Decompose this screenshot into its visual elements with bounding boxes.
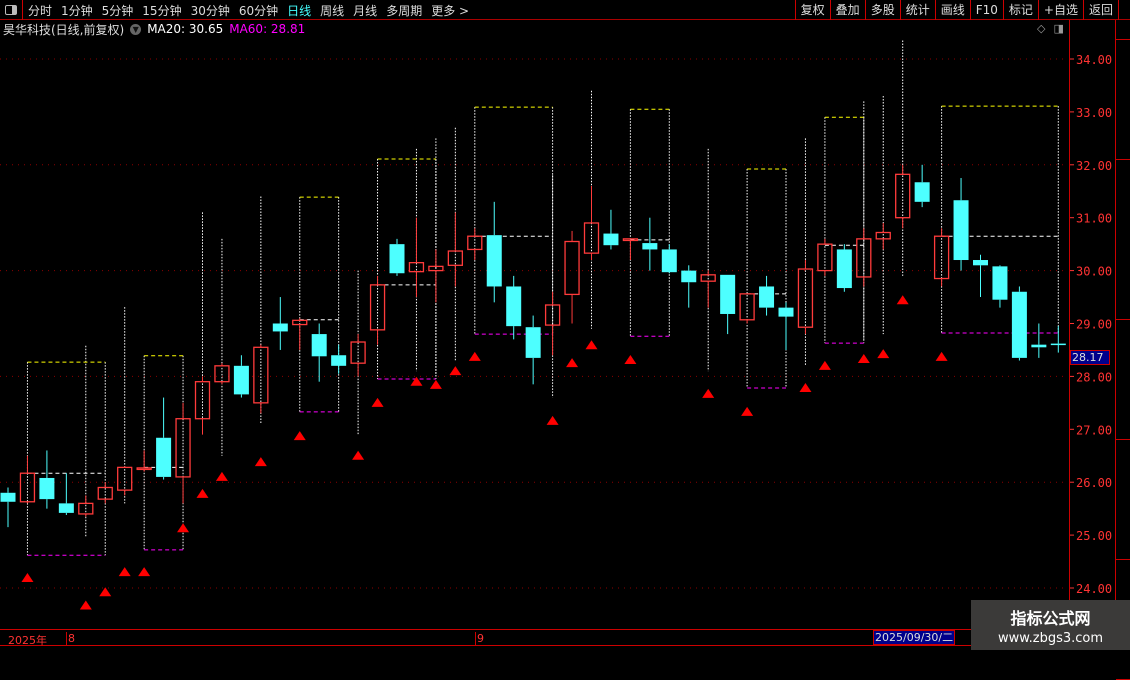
candle-body xyxy=(603,233,619,246)
candle-body xyxy=(817,243,833,272)
buy-signal-triangle xyxy=(741,406,754,416)
candle-body xyxy=(1050,343,1066,346)
year-label: 2025年 xyxy=(8,634,47,647)
candle-body xyxy=(992,266,1008,300)
candle-body xyxy=(895,173,911,219)
candle-body xyxy=(486,235,502,287)
month-label: 9 xyxy=(475,632,484,645)
candle-body xyxy=(525,327,541,358)
candle-body xyxy=(58,503,74,513)
buy-signal-triangle xyxy=(857,353,870,363)
candle-body xyxy=(506,286,522,327)
price-tick-label: 34.00 xyxy=(1076,53,1112,67)
buy-signal-triangle xyxy=(799,383,812,393)
side-tab[interactable] xyxy=(1116,440,1130,560)
candle-body xyxy=(156,437,172,477)
buy-signal-triangle xyxy=(293,431,306,441)
candle-body xyxy=(720,274,736,314)
current-price-tag: 28.17 xyxy=(1070,350,1110,365)
price-tick-label: 32.00 xyxy=(1076,159,1112,173)
price-tick-label: 27.00 xyxy=(1076,423,1112,437)
side-tab[interactable] xyxy=(1116,160,1130,320)
buy-signal-triangle xyxy=(624,355,637,365)
price-tick-label: 25.00 xyxy=(1076,529,1112,543)
candle-body xyxy=(0,492,16,502)
buy-signal-triangle xyxy=(99,587,112,597)
buy-signal-triangle xyxy=(449,366,462,376)
buy-signal-triangle xyxy=(254,457,267,467)
buy-signal-triangle xyxy=(585,340,598,350)
candle-body xyxy=(233,365,249,395)
month-label: 8 xyxy=(66,632,75,645)
candle-body xyxy=(311,334,327,357)
candle-body xyxy=(389,244,405,274)
buy-signal-triangle xyxy=(21,572,34,582)
candle-body xyxy=(778,307,794,317)
buy-signal-triangle xyxy=(371,397,384,407)
price-tick-label: 24.00 xyxy=(1076,582,1112,596)
candle-body xyxy=(272,323,288,332)
candle-body xyxy=(564,240,580,296)
watermark-title: 指标公式网 xyxy=(1010,609,1091,628)
side-tab[interactable] xyxy=(1116,320,1130,440)
price-tick-label: 26.00 xyxy=(1076,476,1112,490)
buy-signal-triangle xyxy=(196,488,209,498)
candle-body xyxy=(642,243,658,250)
candle-body xyxy=(681,270,697,283)
buy-signal-triangle xyxy=(877,349,890,359)
side-tab[interactable] xyxy=(1116,40,1130,160)
buy-signal-triangle xyxy=(215,471,228,481)
price-tick-label: 28.00 xyxy=(1076,370,1112,384)
price-tick-label: 31.00 xyxy=(1076,212,1112,226)
candle-body xyxy=(661,249,677,273)
buy-signal-triangle xyxy=(896,295,909,305)
buy-signal-triangle xyxy=(177,523,190,533)
buy-signal-triangle xyxy=(79,600,92,610)
candle-body xyxy=(1031,344,1047,348)
buy-signal-triangle xyxy=(702,388,715,398)
price-tick-label: 30.00 xyxy=(1076,265,1112,279)
buy-signal-triangle xyxy=(468,351,481,361)
side-tab[interactable] xyxy=(1116,20,1130,40)
side-tabs[interactable] xyxy=(1115,20,1130,680)
candle-body xyxy=(914,182,930,202)
watermark: 指标公式网 www.zbgs3.com xyxy=(971,600,1130,650)
candle-body xyxy=(973,260,988,266)
price-tick-label: 29.00 xyxy=(1076,318,1112,332)
buy-signal-triangle xyxy=(410,376,423,386)
candle-body xyxy=(1011,291,1027,358)
buy-signal-triangle xyxy=(118,567,131,577)
buy-signal-triangle xyxy=(818,360,831,370)
candle-body xyxy=(136,467,152,471)
buy-signal-triangle xyxy=(566,358,579,368)
candlestick-chart[interactable]: 34.00 33.00 32.00 31.00 30.00 29.00 28.00 27.00… xyxy=(0,0,1115,629)
candle-body xyxy=(759,286,775,308)
price-axis-line xyxy=(1069,20,1070,630)
candle-body xyxy=(292,319,308,326)
buy-signal-triangle xyxy=(546,415,559,425)
buy-signal-triangle xyxy=(352,450,365,460)
candle-body xyxy=(739,293,755,321)
date-axis: 2025年 8 9 2025/09/30/二 xyxy=(0,629,1115,647)
cursor-date: 2025/09/30/二 xyxy=(873,630,956,645)
candle-body xyxy=(836,249,852,289)
buy-signal-triangle xyxy=(138,567,151,577)
buy-signal-triangle xyxy=(935,351,948,361)
candle-body xyxy=(953,200,969,261)
buy-signal-triangle xyxy=(429,379,442,389)
price-tick-label: 33.00 xyxy=(1076,106,1112,120)
watermark-url: www.zbgs3.com xyxy=(997,631,1104,646)
candle-body xyxy=(331,355,347,366)
candle-body xyxy=(39,477,55,500)
